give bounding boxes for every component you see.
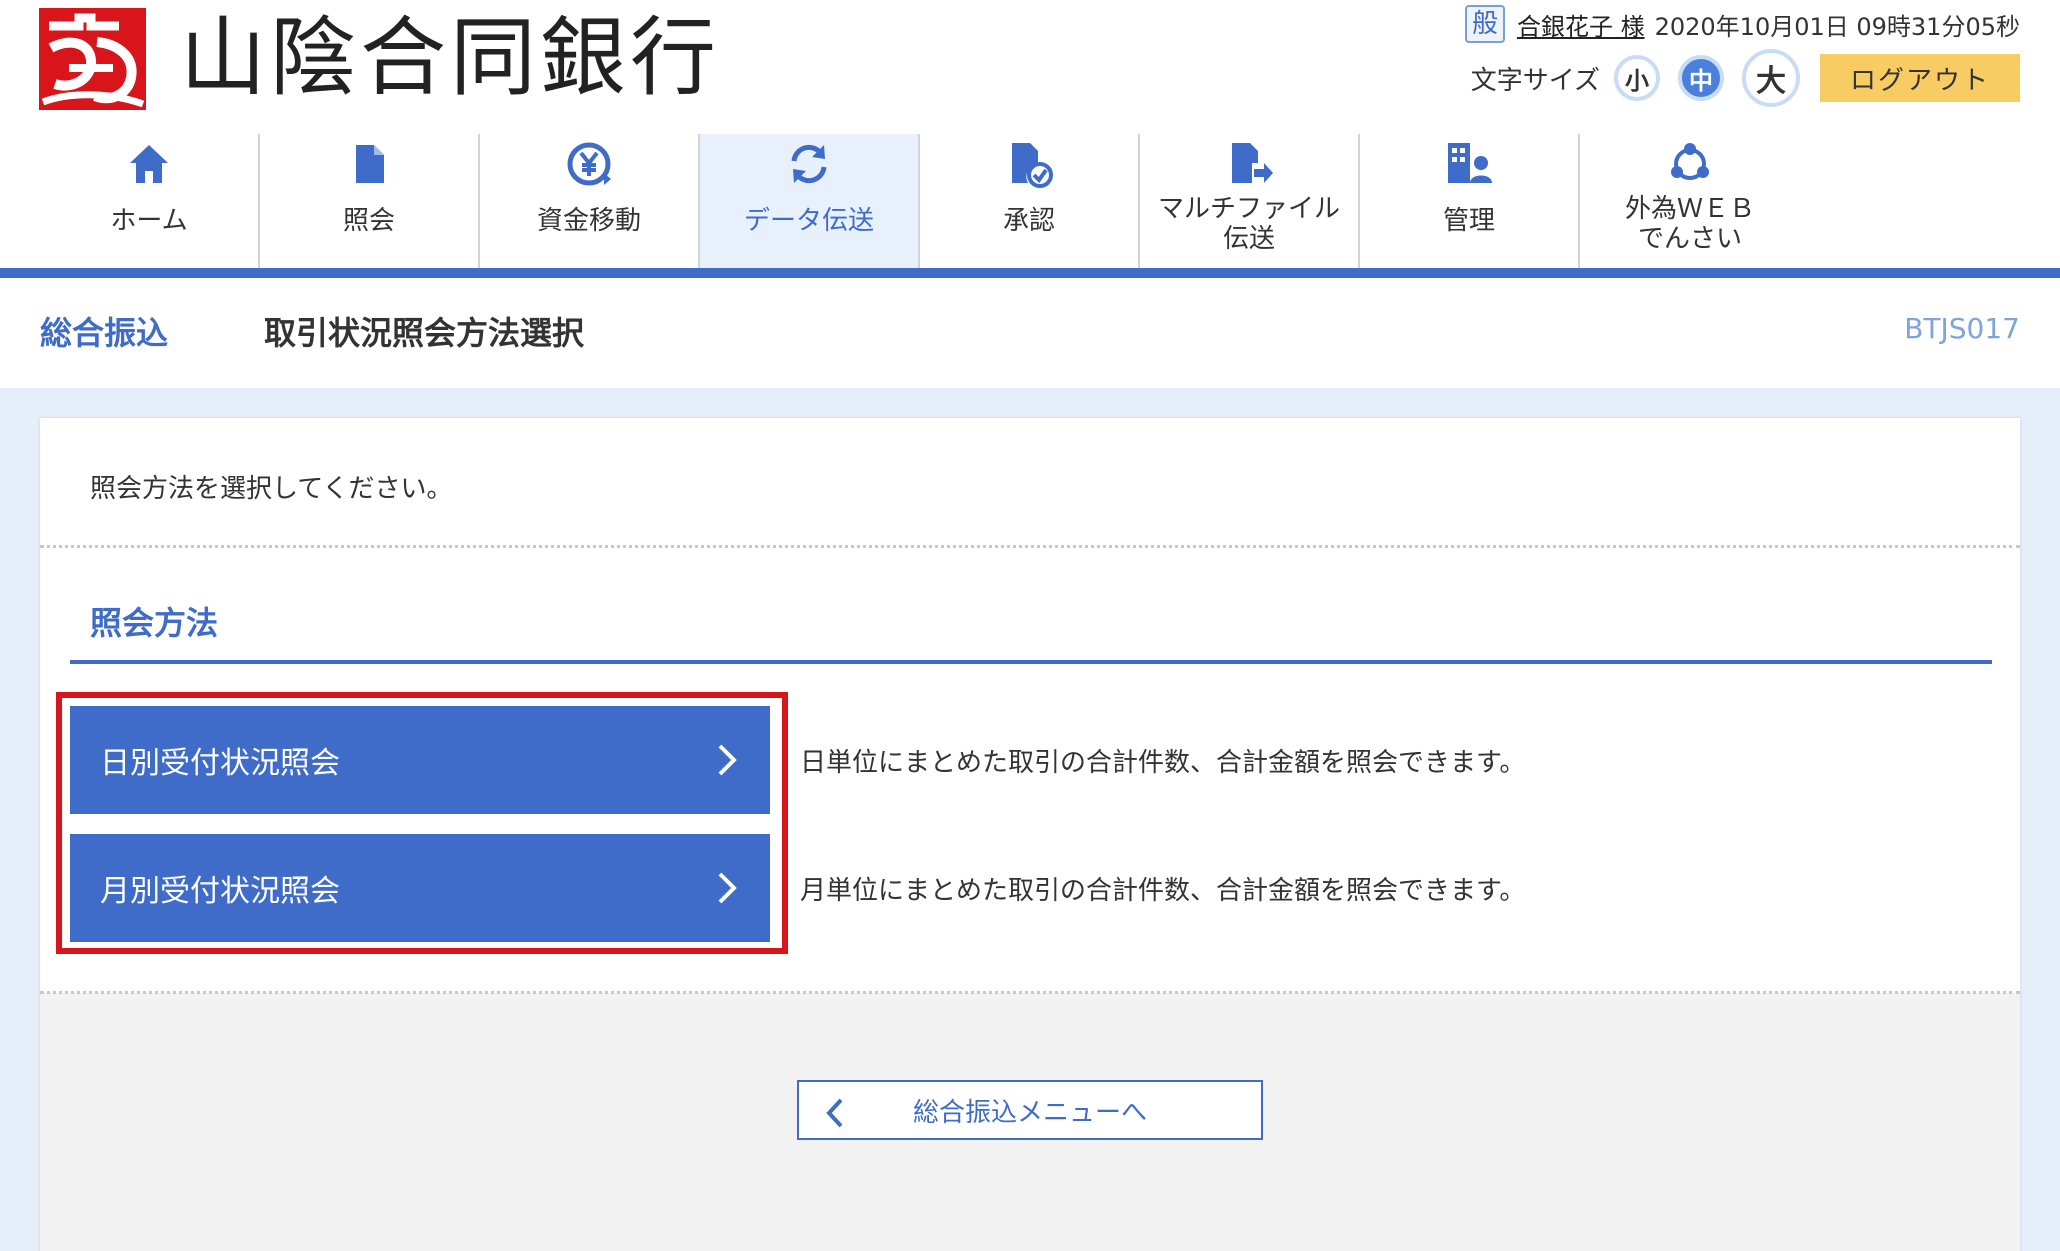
nav-label-forex-line1: 外為ＷＥＢ — [1624, 194, 1755, 224]
nav-item-approval[interactable]: 承認 — [920, 134, 1140, 268]
intro-text: 照会方法を選択してください。 — [90, 474, 453, 504]
dotted-divider-top — [40, 545, 2020, 548]
section-underline — [70, 660, 1992, 664]
nav-label-home: ホーム — [110, 206, 188, 236]
user-info: 般 合銀花子 様 2020年10月01日 09時31分05秒 — [1464, 5, 2020, 43]
admin-icon — [1443, 138, 1495, 190]
font-size-large-button[interactable]: 大 — [1742, 49, 1800, 107]
nav-item-admin[interactable]: 管理 — [1360, 134, 1580, 268]
section-title: 照会方法 — [90, 604, 219, 642]
document-icon — [343, 138, 395, 190]
nav-label-approval: 承認 — [1002, 206, 1055, 236]
chevron-right-icon — [718, 872, 737, 904]
daily-status-inquiry-button[interactable]: 日別受付状況照会 — [70, 706, 770, 814]
cycle-icon — [1664, 138, 1716, 190]
daily-status-description: 日単位にまとめた取引の合計件数、合計金額を照会できます。 — [800, 748, 1526, 778]
nav-item-home[interactable]: ホーム — [40, 134, 260, 268]
page-category: 総合振込 — [40, 314, 169, 352]
monthly-status-inquiry-button[interactable]: 月別受付状況照会 — [70, 834, 770, 942]
screen-code: BTJS017 — [1904, 312, 2020, 345]
sync-icon — [783, 138, 835, 190]
nav-label-multi-file: マルチファイル 伝送 — [1140, 194, 1358, 254]
nav-item-data-transfer[interactable]: データ伝送 — [700, 134, 920, 268]
page-title-bar: 総合振込 取引状況照会方法選択 BTJS017 — [0, 278, 2060, 388]
nav-label-multi-file-line1: マルチファイル — [1157, 194, 1340, 224]
chevron-right-icon — [718, 744, 737, 776]
nav-item-forex-densai[interactable]: 外為ＷＥＢ でんさい — [1580, 134, 1800, 268]
monthly-status-description: 月単位にまとめた取引の合計件数、合計金額を照会できます。 — [800, 876, 1526, 906]
font-size-label: 文字サイズ — [1470, 65, 1600, 96]
nav-divider — [0, 268, 2060, 278]
nav-label-data-transfer: データ伝送 — [743, 206, 874, 236]
nav-item-fund-transfer[interactable]: 資金移動 — [480, 134, 700, 268]
main-panel: 照会方法を選択してください。 照会方法 日別受付状況照会 日単位にまとめた取引の… — [40, 418, 2020, 1251]
bank-logo-icon — [39, 8, 146, 110]
nav-label-forex-line2: でんさい — [1637, 224, 1742, 254]
chevron-left-icon — [826, 1098, 843, 1128]
nav-label-inquiry: 照会 — [342, 206, 395, 236]
home-icon — [123, 138, 175, 190]
yen-transfer-icon — [563, 138, 615, 190]
monthly-status-inquiry-label: 月別受付状況照会 — [100, 874, 340, 909]
nav-item-multi-file[interactable]: マルチファイル 伝送 — [1140, 134, 1360, 268]
dotted-divider-bottom — [40, 991, 2020, 994]
nav-label-forex-densai: 外為ＷＥＢ でんさい — [1580, 194, 1800, 254]
file-transfer-icon — [1223, 138, 1275, 190]
nav-label-admin: 管理 — [1442, 206, 1495, 236]
logout-button[interactable]: ログアウト — [1820, 54, 2020, 102]
font-size-controls: 文字サイズ 小 中 大 ログアウト — [1470, 49, 2020, 107]
nav-label-fund-transfer: 資金移動 — [536, 206, 641, 236]
daily-status-inquiry-label: 日別受付状況照会 — [100, 746, 340, 781]
login-datetime: 2020年10月01日 09時31分05秒 — [1654, 12, 2020, 41]
back-to-transfer-menu-label: 総合振込メニューへ — [912, 1097, 1147, 1128]
font-size-small-button[interactable]: 小 — [1614, 55, 1660, 101]
user-type-badge: 般 — [1464, 5, 1505, 43]
approve-document-icon — [1003, 138, 1055, 190]
bank-name: 山陰合同銀行 — [180, 8, 720, 108]
back-to-transfer-menu-button[interactable]: 総合振込メニューへ — [797, 1080, 1263, 1140]
header: 山陰合同銀行 般 合銀花子 様 2020年10月01日 09時31分05秒 文字… — [0, 0, 2060, 134]
font-size-medium-button[interactable]: 中 — [1678, 55, 1724, 101]
page-title: 取引状況照会方法選択 — [264, 314, 585, 352]
nav-label-multi-file-line2: 伝送 — [1222, 224, 1275, 254]
global-nav: ホーム 照会 資金移動 データ伝送 承認 マルチファイル 伝送 管理 外為ＷＥＢ… — [0, 134, 2060, 268]
user-name-link[interactable]: 合銀花子 様 — [1517, 7, 1645, 42]
nav-item-inquiry[interactable]: 照会 — [260, 134, 480, 268]
